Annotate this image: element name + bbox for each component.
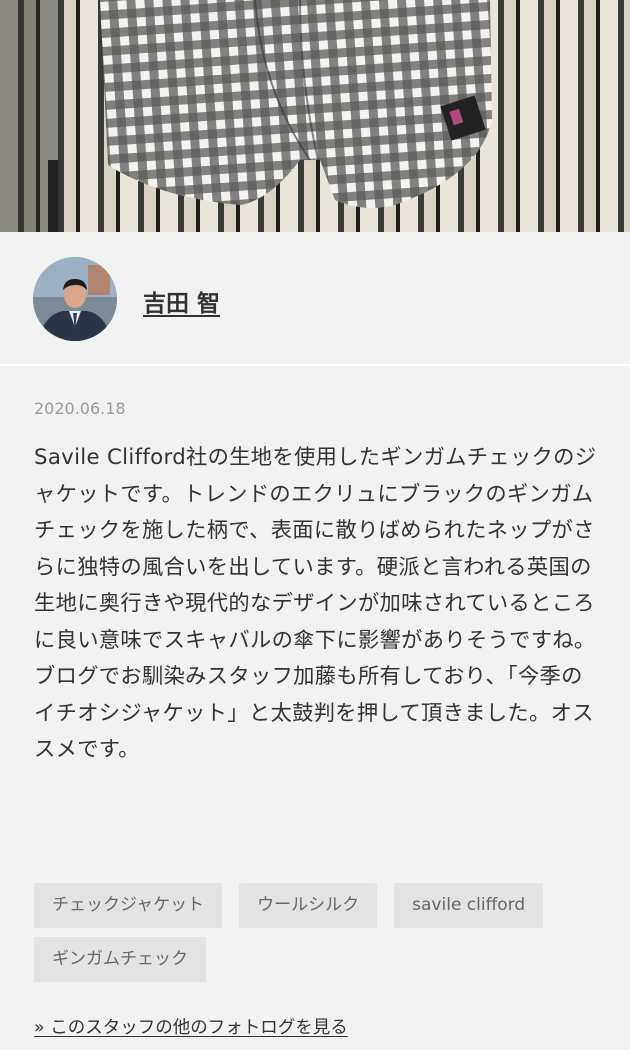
- tag-check-jacket[interactable]: チェックジャケット: [34, 883, 223, 928]
- more-photologs-link[interactable]: » このスタッフの他のフォトログを見る: [34, 1014, 348, 1039]
- author-name-link[interactable]: 吉田 智: [143, 284, 220, 318]
- gingham-jacket-image: [0, 0, 492, 232]
- author-section: 吉田 智: [0, 232, 630, 366]
- person-portrait-icon: [33, 257, 117, 341]
- author-avatar[interactable]: [33, 257, 117, 341]
- tag-gingham-check[interactable]: ギンガムチェック: [34, 937, 206, 982]
- post-date: 2020.06.18: [34, 399, 126, 418]
- tag-list: チェックジャケット ウールシルク savile clifford ギンガムチェッ…: [34, 883, 600, 982]
- post-body: Savile Clifford社の生地を使用したギンガムチェックのジャケットです…: [34, 445, 597, 762]
- tag-wool-silk[interactable]: ウールシルク: [239, 883, 378, 928]
- product-photo: [0, 0, 630, 232]
- tag-savile-clifford[interactable]: savile clifford: [394, 883, 544, 928]
